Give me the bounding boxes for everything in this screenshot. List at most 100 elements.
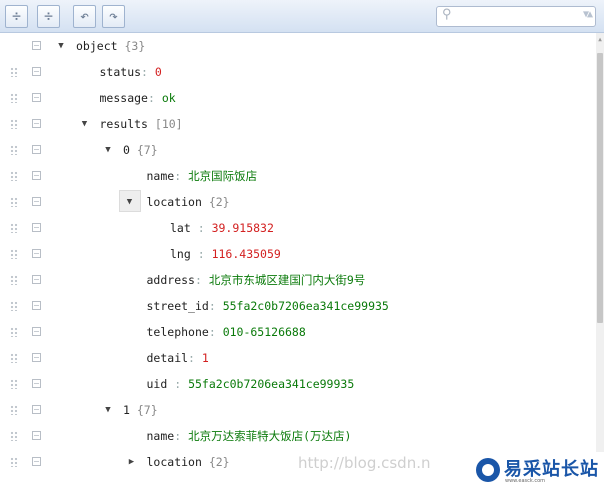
row-menu-icon[interactable] [32,275,41,284]
tree-key: telephone: 010-65126688 [147,319,306,345]
field-value[interactable]: 116.435059 [212,247,281,261]
field-name[interactable]: address [147,273,195,287]
undo-icon: ↶ [79,7,90,25]
tree-row[interactable]: street_id: 55fa2c0b7206ea341ce99935 [0,293,596,319]
row-menu-icon[interactable] [32,119,41,128]
field-name[interactable]: 0 [123,143,130,157]
tree-row[interactable]: address: 北京市东城区建国门内大街9号 [0,267,596,293]
drag-handle-icon[interactable] [10,301,18,311]
drag-handle-icon[interactable] [10,145,18,155]
drag-handle-icon[interactable] [10,223,18,233]
row-menu-icon[interactable] [32,327,41,336]
row-menu-icon[interactable] [32,405,41,414]
field-name[interactable]: status [100,65,142,79]
field-name[interactable]: location [147,455,202,469]
drag-handle-icon[interactable] [10,457,18,467]
tree-row[interactable]: ▼ 1 {7} [0,397,596,423]
field-value[interactable]: 1 [202,351,209,365]
field-value[interactable]: 010-65126688 [223,325,306,339]
field-name[interactable]: name [147,169,175,183]
drag-handle-icon[interactable] [10,431,18,441]
field-value[interactable]: 0 [155,65,162,79]
field-value[interactable]: 北京国际饭店 [188,169,257,183]
field-value[interactable]: 北京市东城区建国门内大街9号 [209,273,365,287]
field-name[interactable]: telephone [147,325,209,339]
collapse-toggle-icon[interactable]: ▼ [101,137,115,163]
child-count: [10] [154,117,183,131]
row-menu-icon[interactable] [32,171,41,180]
drag-handle-icon[interactable] [10,197,18,207]
tree-key: address: 北京市东城区建国门内大街9号 [147,267,366,293]
row-menu-icon[interactable] [32,41,41,50]
tree-row[interactable]: ▼ 0 {7} [0,137,596,163]
tree-row[interactable]: uid : 55fa2c0b7206ea341ce99935 [0,371,596,397]
collapse-toggle-icon[interactable]: ▼ [54,33,68,59]
row-menu-icon[interactable] [32,353,41,362]
field-name[interactable]: location [147,195,202,209]
field-name[interactable]: results [100,117,148,131]
expand-all-button[interactable]: ÷ [5,5,28,28]
tree-row[interactable]: telephone: 010-65126688 [0,319,596,345]
separator: : [190,221,205,235]
tree-row[interactable]: lat : 39.915832 [0,215,596,241]
drag-handle-icon[interactable] [10,93,18,103]
field-name[interactable]: object [76,39,118,53]
scrollbar-thumb[interactable] [597,53,603,323]
field-name[interactable]: lat [170,221,191,235]
field-name[interactable]: lng [170,247,191,261]
search-options-icon[interactable]: ▼▲ [583,9,593,20]
tree-key: uid : 55fa2c0b7206ea341ce99935 [147,371,355,397]
field-name[interactable]: uid [147,377,168,391]
tree-row[interactable]: ▼ object {3} [0,33,596,59]
field-name[interactable]: 1 [123,403,130,417]
drag-handle-icon[interactable] [10,275,18,285]
drag-handle-icon[interactable] [10,379,18,389]
search-input[interactable]: ⚲ ▼▲ [436,6,596,27]
redo-button[interactable]: ↷ [102,5,125,28]
tree-key: status: 0 [100,59,162,85]
field-value[interactable]: 55fa2c0b7206ea341ce99935 [188,377,354,391]
drag-handle-icon[interactable] [10,249,18,259]
field-name[interactable]: street_id [147,299,209,313]
field-name[interactable]: name [147,429,175,443]
drag-handle-icon[interactable] [10,327,18,337]
tree-row[interactable]: status: 0 [0,59,596,85]
drag-handle-icon[interactable] [10,171,18,181]
tree-row[interactable]: ▼ location {2} [0,189,596,215]
drag-handle-icon[interactable] [10,119,18,129]
child-count: {7} [136,143,158,157]
row-menu-icon[interactable] [32,301,41,310]
collapse-toggle-icon[interactable]: ▼ [118,190,141,212]
drag-handle-icon[interactable] [10,405,18,415]
tree-row[interactable]: ▼ results [10] [0,111,596,137]
drag-handle-icon[interactable] [10,353,18,363]
row-menu-icon[interactable] [32,431,41,440]
row-menu-icon[interactable] [32,145,41,154]
row-menu-icon[interactable] [32,67,41,76]
drag-handle-icon[interactable] [10,67,18,77]
row-menu-icon[interactable] [32,457,41,466]
row-menu-icon[interactable] [32,379,41,388]
collapse-toggle-icon[interactable]: ▼ [101,397,115,423]
row-menu-icon[interactable] [32,223,41,232]
field-value[interactable]: ok [162,91,176,105]
tree-row[interactable]: detail: 1 [0,345,596,371]
field-name[interactable]: detail [147,351,189,365]
field-value[interactable]: 55fa2c0b7206ea341ce99935 [223,299,389,313]
tree-row[interactable]: name: 北京国际饭店 [0,163,596,189]
tree-row[interactable]: name: 北京万达索菲特大饭店(万达店) [0,423,596,449]
row-menu-icon[interactable] [32,249,41,258]
tree-row[interactable]: lng : 116.435059 [0,241,596,267]
field-value[interactable]: 北京万达索菲特大饭店(万达店) [188,429,351,443]
scroll-up-icon[interactable]: ▲ [596,36,604,43]
field-value[interactable]: 39.915832 [212,221,274,235]
expand-toggle-icon[interactable]: ▶ [125,449,139,475]
vertical-scrollbar[interactable]: ▲ [596,33,604,487]
tree-row[interactable]: message: ok [0,85,596,111]
row-menu-icon[interactable] [32,93,41,102]
row-menu-icon[interactable] [32,197,41,206]
field-name[interactable]: message [100,91,148,105]
undo-button[interactable]: ↶ [73,5,96,28]
collapse-toggle-icon[interactable]: ▼ [78,111,92,137]
collapse-all-button[interactable]: ÷ [37,5,60,28]
